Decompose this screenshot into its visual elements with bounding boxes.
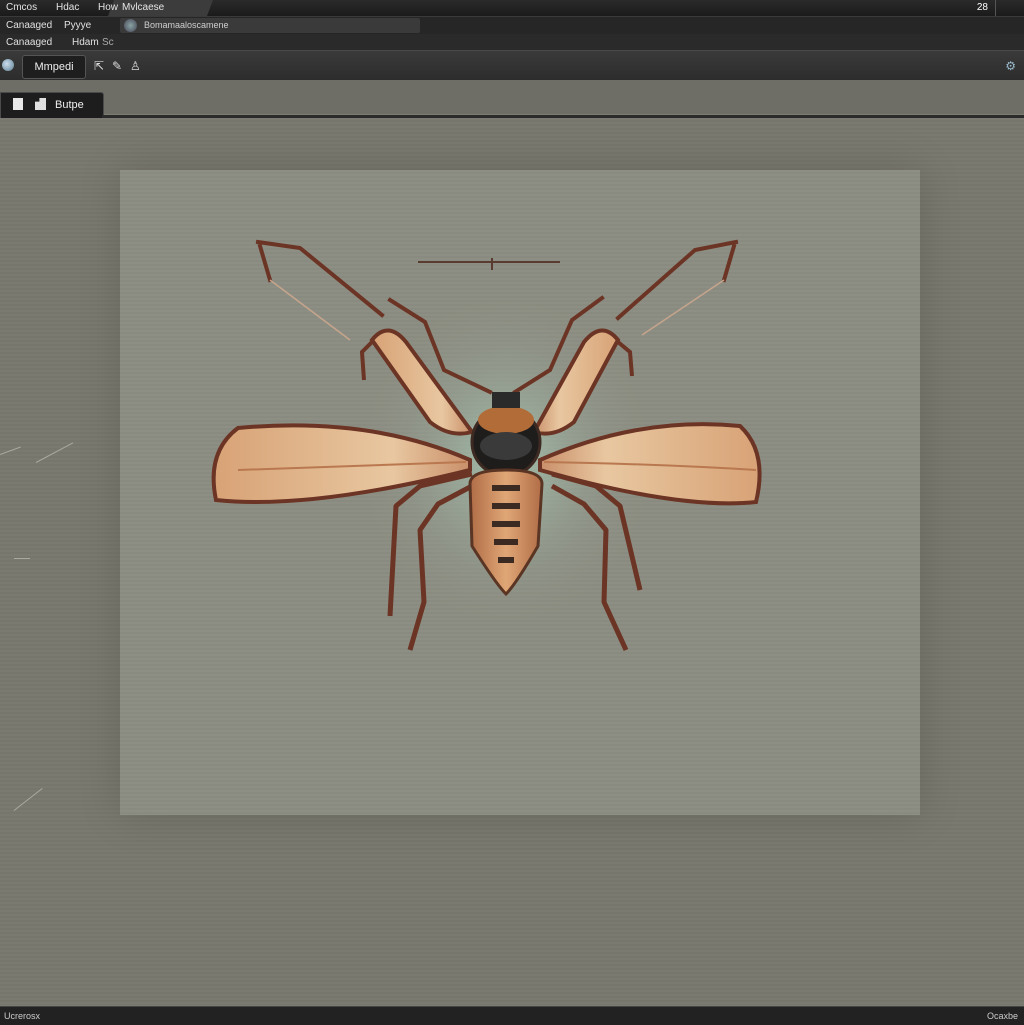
options-bar: Canaaged Pyyye Bomamaaloscamene — [0, 16, 1024, 35]
secondary-label-2[interactable]: Hdam — [72, 37, 99, 48]
page-icon — [13, 98, 23, 110]
status-left: Ucrerosx — [4, 1011, 41, 1021]
guide-mark — [35, 442, 74, 463]
menu-bar: Cmcos Hdac How Mvlcaese 28 — [0, 0, 1024, 16]
guide-mark — [14, 558, 30, 559]
status-bar: Ucrerosx Ocaxbe — [0, 1006, 1024, 1025]
document-tab-label: Butpe — [55, 99, 84, 111]
guide-mark — [13, 787, 43, 811]
address-field-text: Bomamaaloscamene — [144, 20, 229, 30]
address-field[interactable]: Bomamaaloscamene — [120, 18, 420, 33]
app-globe-icon[interactable] — [2, 59, 14, 71]
window-count: 28 — [976, 2, 988, 13]
bucket-icon[interactable]: ♙ — [130, 59, 141, 73]
menu-item-3[interactable]: How — [98, 2, 118, 13]
options-label-2[interactable]: Pyyye — [64, 20, 91, 31]
folder-icon — [35, 98, 46, 110]
menu-item-extra[interactable]: Mvlcaese — [122, 2, 164, 13]
image-canvas[interactable] — [120, 170, 920, 815]
menu-separator — [995, 0, 996, 16]
document-strip — [0, 80, 1024, 114]
guide-mark — [0, 446, 21, 455]
globe-icon — [124, 19, 137, 32]
status-right: Ocaxbe — [986, 1011, 1018, 1021]
insect-artwork — [211, 239, 762, 652]
tool-tab[interactable]: Mmpedi — [22, 55, 86, 79]
pointer-icon[interactable]: ⇱ — [94, 59, 104, 73]
brush-icon[interactable]: ✎ — [112, 59, 122, 73]
secondary-label-3[interactable]: Sc — [102, 37, 114, 48]
toolbar: Mmpedi ⇱ ✎ ♙ ⚙ — [0, 50, 1024, 82]
secondary-label-1[interactable]: Canaaged — [6, 37, 52, 48]
menu-item-2[interactable]: Hdac — [56, 2, 79, 13]
document-tab[interactable]: Butpe — [0, 92, 104, 120]
options-label-1[interactable]: Canaaged — [6, 20, 52, 31]
settings-icon[interactable]: ⚙ — [1005, 59, 1016, 73]
menu-item-1[interactable]: Cmcos — [6, 2, 37, 13]
secondary-bar: Canaaged Hdam Sc — [0, 34, 1024, 50]
